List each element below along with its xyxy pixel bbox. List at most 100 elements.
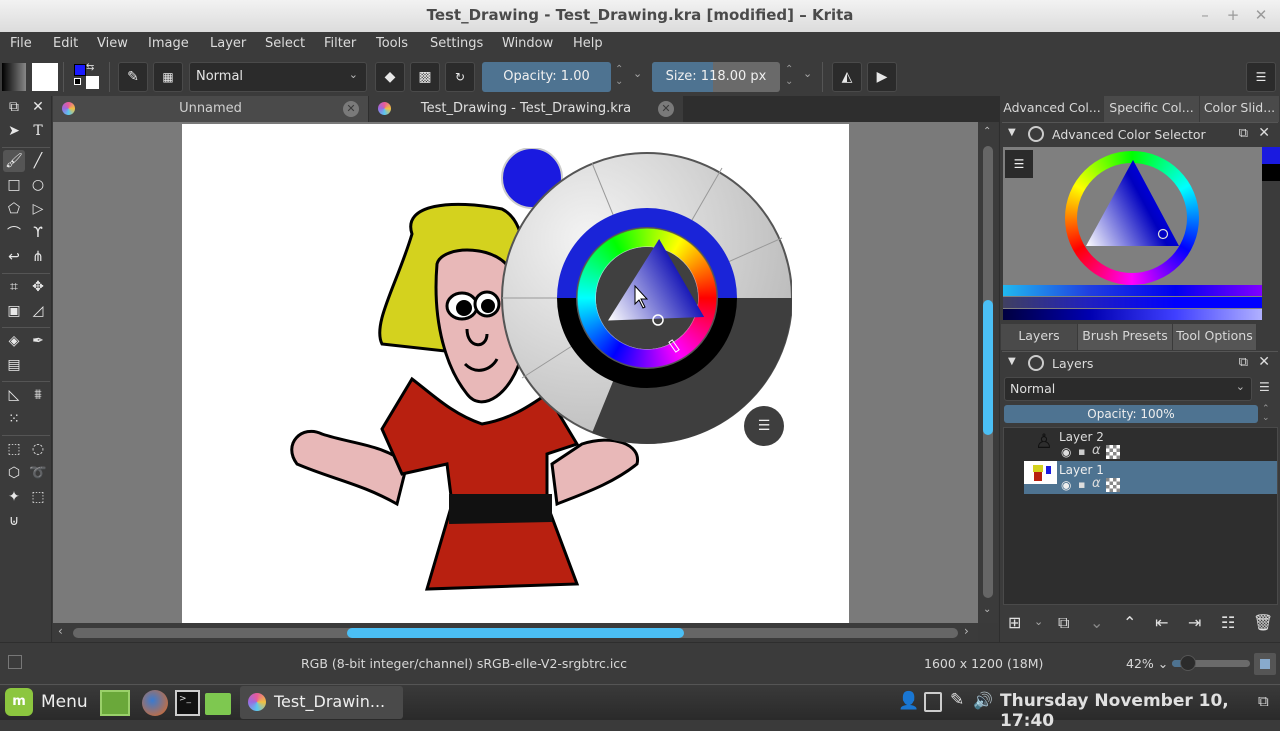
network-icon[interactable]: ✎: [950, 690, 964, 710]
tab-specific-color[interactable]: Specific Col...: [1104, 96, 1200, 122]
tab-unnamed[interactable]: Unnamed ✕: [53, 96, 368, 122]
mint-menu-icon[interactable]: m: [5, 688, 33, 716]
visibility-eye-icon[interactable]: ◉: [1061, 445, 1071, 459]
value-slider[interactable]: [1003, 309, 1262, 320]
tab-test-drawing[interactable]: Test_Drawing - Test_Drawing.kra ✕: [369, 96, 683, 122]
fill-tool[interactable]: ◈: [3, 330, 25, 352]
move-layer-down-icon[interactable]: ⌄: [1090, 613, 1103, 632]
transform-tool[interactable]: ▣: [3, 300, 25, 322]
tab-brush-presets[interactable]: Brush Presets: [1078, 324, 1173, 350]
float-icon[interactable]: ⧉: [1239, 126, 1248, 141]
opacity-spinner[interactable]: ⌃ ⌄: [615, 64, 623, 88]
lock-icon[interactable]: ▪: [1078, 445, 1085, 458]
terminal-icon[interactable]: >_: [175, 690, 200, 716]
swap-colors-icon[interactable]: ⇆: [86, 62, 94, 73]
lock-icon[interactable]: [1028, 126, 1044, 142]
move-into-previous-group-icon[interactable]: ⇤: [1155, 613, 1168, 632]
clock[interactable]: Thursday November 10, 17:40: [1000, 691, 1280, 731]
color-triangle[interactable]: [1065, 151, 1199, 285]
close-docker-icon[interactable]: ✕: [27, 96, 49, 118]
layer-properties-icon[interactable]: ☰: [1259, 380, 1270, 394]
alpha-inherit-icon[interactable]: [1106, 478, 1120, 492]
menu-edit[interactable]: Edit: [53, 36, 78, 51]
scroll-left-icon[interactable]: ‹: [58, 624, 63, 638]
measure-tool[interactable]: ◿: [27, 300, 49, 322]
eraser-mode-button[interactable]: ◆: [375, 62, 405, 92]
menu-file[interactable]: File: [10, 36, 32, 51]
size-chevron-icon[interactable]: ⌄: [803, 67, 812, 80]
close-tab-icon[interactable]: ✕: [343, 101, 359, 117]
alpha-inherit-icon[interactable]: [1106, 445, 1120, 459]
layer-row-selected[interactable]: Layer 1 ◉ ▪ α: [1024, 461, 1277, 494]
text-tool[interactable]: T: [27, 120, 49, 142]
brush-editor-button[interactable]: ✎: [118, 62, 148, 92]
layer-row[interactable]: ♙ Layer 2 ◉ ▪ α: [1004, 428, 1277, 461]
rectangular-selection-tool[interactable]: ⬚: [3, 438, 25, 460]
toolbar-menu-button[interactable]: ☰: [1246, 62, 1276, 92]
multibrush-tool[interactable]: ⋔: [27, 246, 49, 268]
tab-tool-options[interactable]: Tool Options: [1173, 324, 1257, 350]
canvas-paper[interactable]: ☰: [182, 124, 849, 623]
layer-opacity-slider[interactable]: Opacity: 100%: [1004, 405, 1258, 423]
lock-icon[interactable]: [1028, 355, 1044, 371]
menu-settings[interactable]: Settings: [430, 36, 483, 51]
hue-slider[interactable]: [1003, 285, 1262, 296]
background-color-swatch[interactable]: [86, 76, 99, 89]
size-spinner[interactable]: ⌃ ⌄: [785, 64, 793, 88]
add-layer-dropdown-icon[interactable]: ⌄: [1034, 615, 1043, 628]
size-slider[interactable]: Size: 118.00 px: [652, 62, 780, 92]
polygon-tool[interactable]: ⬠: [3, 198, 25, 220]
workspace-switcher-icon[interactable]: ⧉: [1258, 692, 1269, 710]
assistant-tool[interactable]: ◺: [3, 384, 25, 406]
gradient-selector[interactable]: [2, 63, 26, 91]
volume-icon[interactable]: 🔊: [973, 691, 993, 710]
layer-opacity-spinner[interactable]: ⌃ ⌄: [1262, 405, 1270, 423]
files-icon[interactable]: [205, 693, 231, 715]
delete-layer-icon[interactable]: 🗑: [1253, 613, 1273, 632]
select-shapes-tool[interactable]: ➤: [3, 120, 25, 142]
menu-select[interactable]: Select: [265, 36, 305, 51]
move-into-next-group-icon[interactable]: ⇥: [1188, 613, 1201, 632]
show-desktop-icon[interactable]: [100, 690, 130, 716]
menu-image[interactable]: Image: [148, 36, 189, 51]
visibility-eye-icon[interactable]: ◉: [1061, 478, 1071, 492]
horizontal-scroll-thumb[interactable]: [347, 628, 684, 638]
zoom-slider[interactable]: [1172, 655, 1250, 671]
close-icon[interactable]: ✕: [1258, 354, 1270, 370]
tab-layers[interactable]: Layers: [1001, 324, 1078, 350]
scroll-down-icon[interactable]: ⌄: [983, 604, 991, 615]
color-history-black[interactable]: [1262, 164, 1280, 181]
move-tool[interactable]: ✥: [27, 276, 49, 298]
update-manager-icon[interactable]: [924, 692, 942, 712]
layer-properties-icon[interactable]: ☷: [1221, 613, 1235, 632]
zoom-dropdown[interactable]: 42% ⌄: [1126, 656, 1168, 671]
lock-icon[interactable]: ▪: [1078, 478, 1085, 491]
grid-tool[interactable]: ⁙: [3, 408, 25, 430]
polyline-tool[interactable]: ▷: [27, 198, 49, 220]
dynamic-brush-tool[interactable]: ↩: [3, 246, 25, 268]
duplicate-layer-icon[interactable]: ⧉: [1058, 613, 1069, 633]
blend-mode-dropdown[interactable]: Normal ⌄: [189, 62, 367, 92]
vertical-scroll-thumb[interactable]: [983, 299, 993, 436]
bezier-selection-tool[interactable]: ⊍: [3, 510, 25, 532]
maximize-button[interactable]: +: [1223, 6, 1243, 24]
tab-advanced-color[interactable]: Advanced Col...: [1001, 96, 1104, 122]
line-tool[interactable]: ╱: [27, 150, 49, 172]
menu-button[interactable]: Menu: [41, 692, 88, 712]
taskbar-window-krita[interactable]: Test_Drawin...: [240, 686, 403, 719]
zoom-slider-handle[interactable]: [1179, 655, 1196, 671]
canvas-viewport[interactable]: ☰: [53, 122, 978, 623]
gradient-tool[interactable]: ▤: [3, 354, 25, 376]
opacity-slider[interactable]: Opacity: 1.00: [482, 62, 611, 92]
magic-wand-tool[interactable]: ✦: [3, 486, 25, 508]
canvas-only-button[interactable]: [1254, 653, 1276, 675]
perspective-grid-tool[interactable]: ⩩: [27, 384, 49, 406]
user-icon[interactable]: 👤: [898, 691, 919, 711]
float-docker-icon[interactable]: ⧉: [3, 96, 25, 118]
brush-presets-button[interactable]: ▦: [153, 62, 183, 92]
similar-color-selection-tool[interactable]: ⬚: [27, 486, 49, 508]
menu-filter[interactable]: Filter: [324, 36, 356, 51]
color-history-blue[interactable]: [1262, 147, 1280, 164]
float-icon[interactable]: ⧉: [1239, 355, 1248, 370]
polygonal-selection-tool[interactable]: ⬡: [3, 462, 25, 484]
